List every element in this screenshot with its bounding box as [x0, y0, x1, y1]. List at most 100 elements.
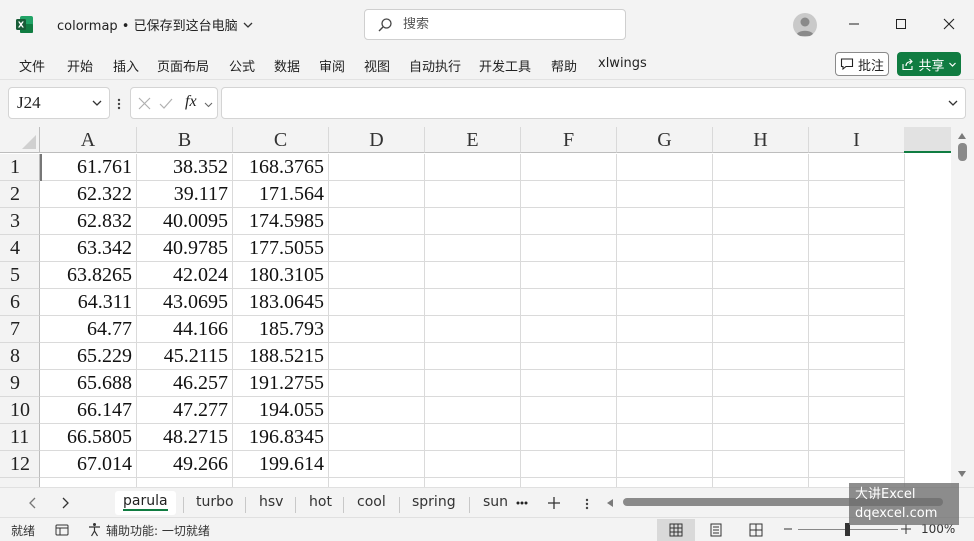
sheet-tab-sun[interactable]: sun: [483, 494, 508, 510]
cell[interactable]: [425, 154, 521, 181]
next-sheet-icon[interactable]: [61, 497, 70, 509]
row-header[interactable]: 12: [0, 451, 40, 478]
cell[interactable]: [809, 289, 905, 316]
cell[interactable]: [713, 451, 809, 478]
cell[interactable]: [329, 343, 425, 370]
cell[interactable]: 177.5055: [233, 235, 329, 262]
cell[interactable]: [521, 343, 617, 370]
accessibility-icon[interactable]: [87, 522, 102, 537]
search-input[interactable]: [403, 17, 603, 32]
column-header-b[interactable]: B: [137, 127, 233, 153]
cell[interactable]: 183.0645: [233, 289, 329, 316]
cell[interactable]: [617, 316, 713, 343]
row-header[interactable]: 1: [0, 154, 40, 181]
menu-home[interactable]: 开始: [67, 56, 93, 75]
worksheet-grid[interactable]: ABCDEFGHI 1 61.761 38.352 168.3765 2 62.322 39…: [0, 127, 974, 487]
cell[interactable]: [617, 181, 713, 208]
row-header[interactable]: 9: [0, 370, 40, 397]
cell[interactable]: 65.688: [40, 370, 137, 397]
cell[interactable]: [425, 343, 521, 370]
more-options-icon[interactable]: [117, 97, 121, 111]
cell[interactable]: 65.229: [40, 343, 137, 370]
enter-check-icon[interactable]: [159, 97, 173, 110]
cell[interactable]: [809, 235, 905, 262]
cell[interactable]: [713, 478, 809, 487]
cell[interactable]: 62.322: [40, 181, 137, 208]
cell[interactable]: [521, 262, 617, 289]
row-header[interactable]: 3: [0, 208, 40, 235]
cell[interactable]: 185.793: [233, 316, 329, 343]
cell[interactable]: [329, 208, 425, 235]
cell[interactable]: 64.311: [40, 289, 137, 316]
cell[interactable]: [425, 397, 521, 424]
cell[interactable]: [617, 478, 713, 487]
cell[interactable]: 180.3105: [233, 262, 329, 289]
col-header-partial[interactable]: [904, 127, 951, 153]
cell[interactable]: [521, 424, 617, 451]
cell[interactable]: [425, 181, 521, 208]
cell[interactable]: [713, 370, 809, 397]
page-layout-view-button[interactable]: [697, 519, 735, 541]
cell[interactable]: [329, 370, 425, 397]
cancel-icon[interactable]: [138, 97, 151, 110]
cell[interactable]: [425, 424, 521, 451]
cell[interactable]: 63.8265: [40, 262, 137, 289]
row-header[interactable]: 6: [0, 289, 40, 316]
cell[interactable]: [329, 262, 425, 289]
select-all-corner[interactable]: [0, 127, 40, 153]
cell[interactable]: [137, 478, 233, 487]
row-header[interactable]: 2: [0, 181, 40, 208]
cell[interactable]: 45.2115: [137, 343, 233, 370]
sheet-tab-hsv[interactable]: hsv: [259, 494, 283, 510]
cell[interactable]: [425, 262, 521, 289]
cell[interactable]: 66.147: [40, 397, 137, 424]
sheet-tab-parula[interactable]: parula: [115, 491, 176, 515]
cell[interactable]: [425, 208, 521, 235]
cell[interactable]: [713, 397, 809, 424]
cell[interactable]: [329, 154, 425, 181]
cell[interactable]: [713, 316, 809, 343]
maximize-button[interactable]: [886, 10, 916, 38]
cell[interactable]: 191.2755: [233, 370, 329, 397]
expand-formula-bar-icon[interactable]: [947, 97, 959, 109]
column-header-h[interactable]: H: [713, 127, 809, 153]
zoom-out-icon[interactable]: [784, 528, 792, 530]
normal-view-button[interactable]: [657, 519, 695, 541]
column-header-f[interactable]: F: [521, 127, 617, 153]
cell[interactable]: 62.832: [40, 208, 137, 235]
menu-developer[interactable]: 开发工具: [479, 56, 531, 75]
row-header[interactable]: 8: [0, 343, 40, 370]
cell[interactable]: [617, 262, 713, 289]
menu-xlwings[interactable]: xlwings: [598, 56, 647, 71]
zoom-in-icon[interactable]: [901, 524, 911, 534]
cell[interactable]: [713, 181, 809, 208]
cell[interactable]: [425, 370, 521, 397]
menu-page-layout[interactable]: 页面布局: [157, 56, 209, 75]
cell[interactable]: [617, 397, 713, 424]
cell[interactable]: 67.014: [40, 451, 137, 478]
cell[interactable]: 43.0695: [137, 289, 233, 316]
cell[interactable]: [521, 316, 617, 343]
cell[interactable]: 196.8345: [233, 424, 329, 451]
name-box[interactable]: J24: [8, 87, 110, 119]
cell[interactable]: [809, 181, 905, 208]
cell[interactable]: 40.0095: [137, 208, 233, 235]
cell[interactable]: 49.266: [137, 451, 233, 478]
cell[interactable]: [617, 343, 713, 370]
cell[interactable]: [521, 397, 617, 424]
cell[interactable]: [521, 478, 617, 487]
cell[interactable]: [233, 478, 329, 487]
scroll-left-icon[interactable]: [606, 498, 614, 508]
cell[interactable]: [809, 424, 905, 451]
document-title[interactable]: colormap • 已保存到这台电脑: [57, 15, 254, 34]
cell[interactable]: [521, 235, 617, 262]
add-sheet-icon[interactable]: [547, 496, 561, 510]
cell[interactable]: [329, 181, 425, 208]
cell[interactable]: [809, 451, 905, 478]
cell[interactable]: [713, 154, 809, 181]
cell[interactable]: 66.5805: [40, 424, 137, 451]
row-header[interactable]: 10: [0, 397, 40, 424]
cell[interactable]: [329, 478, 425, 487]
cell[interactable]: [617, 154, 713, 181]
scroll-down-icon[interactable]: [957, 470, 967, 478]
